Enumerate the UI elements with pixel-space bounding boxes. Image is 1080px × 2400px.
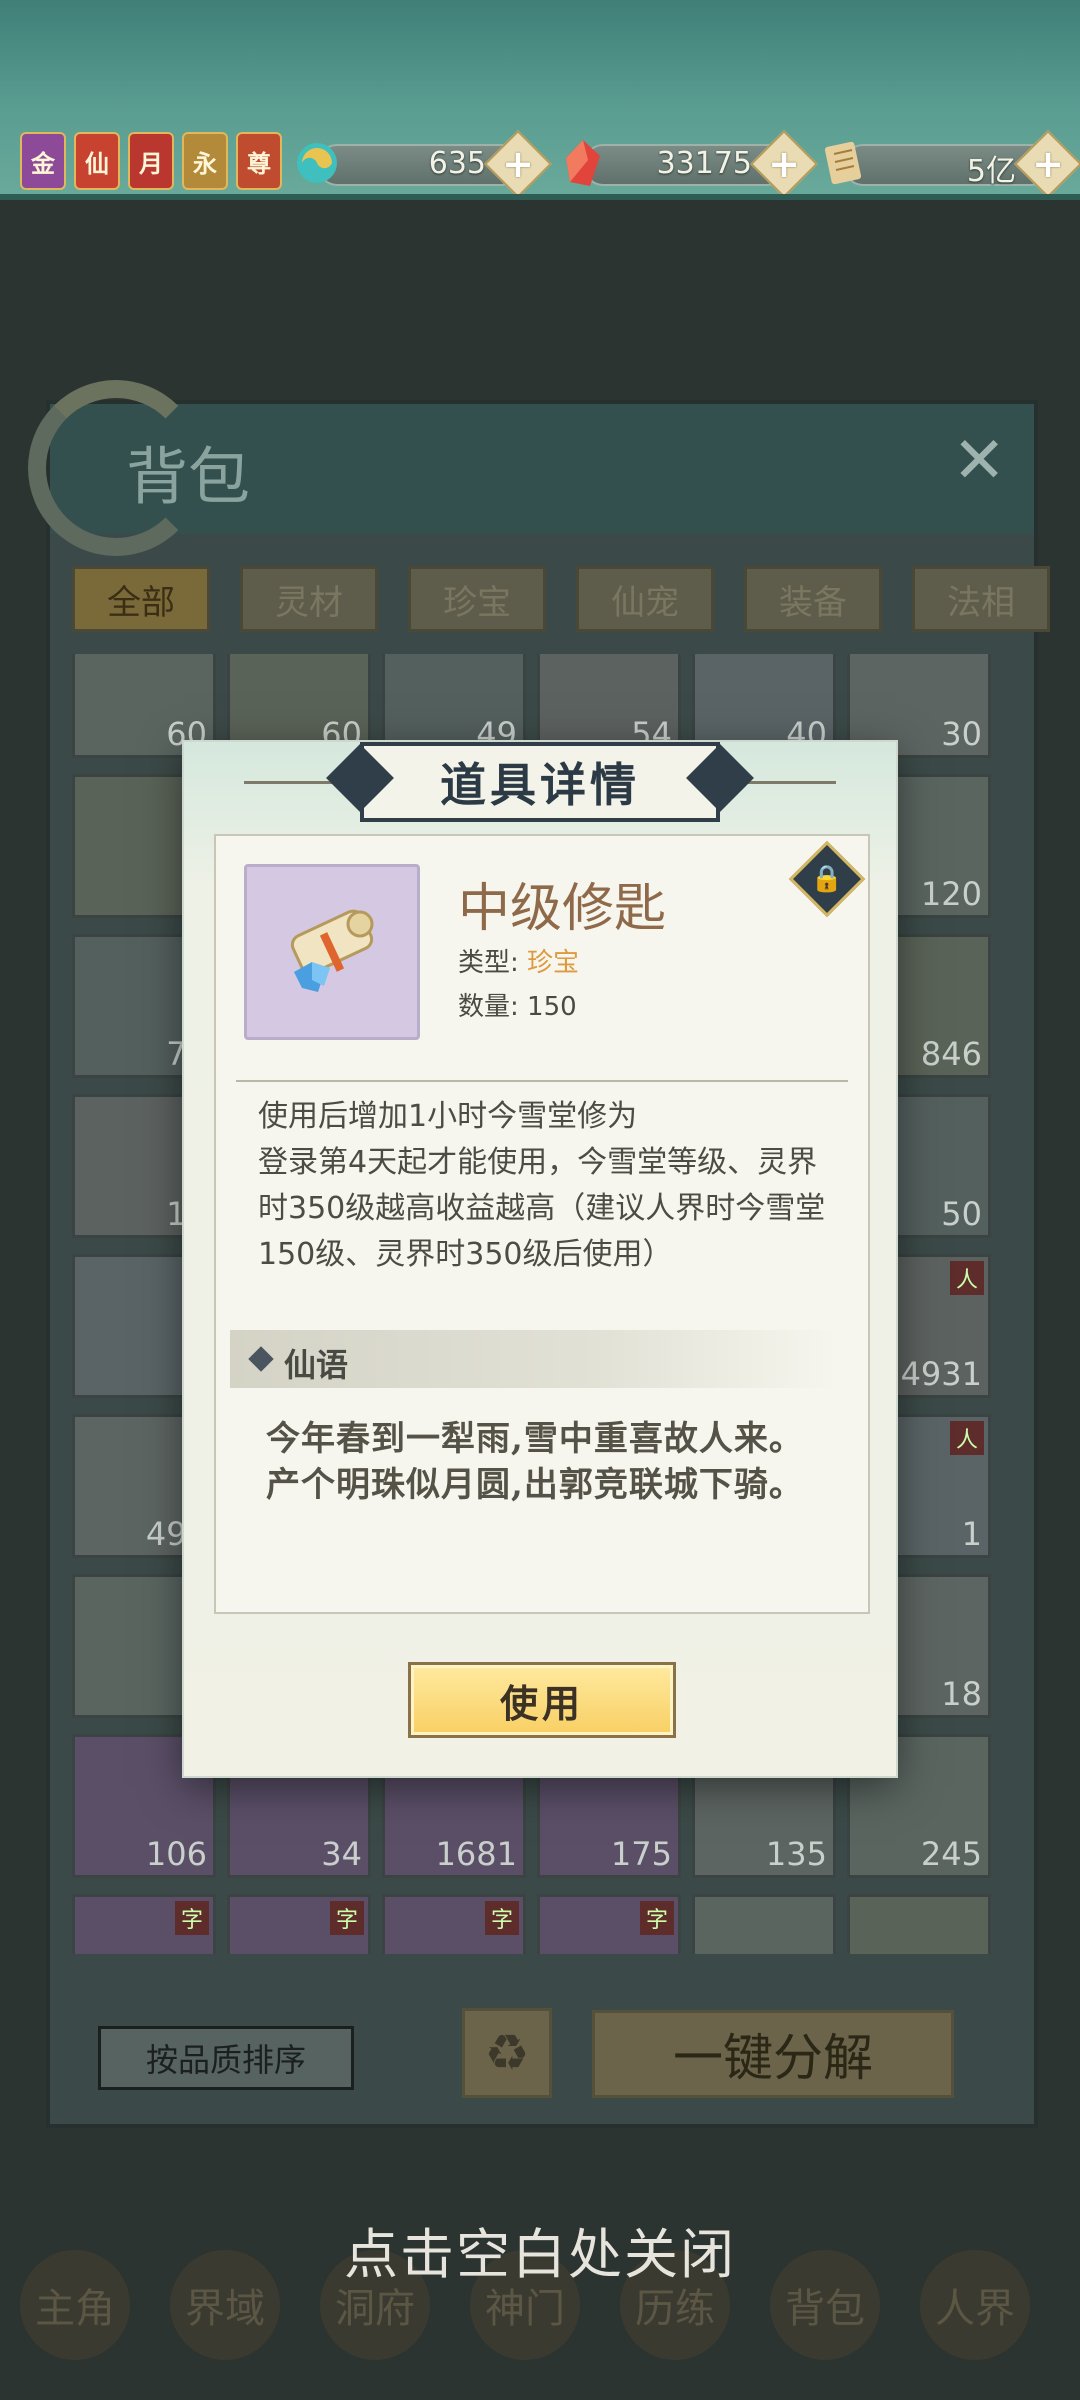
item-count: 846 xyxy=(920,1035,982,1073)
lore-section-title: 仙语 xyxy=(284,1346,349,1384)
lore-section-header: 仙语 xyxy=(230,1330,840,1388)
plus-icon: + xyxy=(1032,142,1064,186)
resource-crystal: 33175 + xyxy=(558,130,818,198)
tab-all[interactable]: 全部 xyxy=(72,566,210,632)
backpack-title: 背包 xyxy=(126,440,251,513)
vip-badges: 金 仙 月 永 尊 xyxy=(20,132,282,190)
tab-pets[interactable]: 仙宠 xyxy=(576,566,714,632)
item-name: 中级修匙 xyxy=(458,879,667,939)
jade-amount: 635 xyxy=(428,146,486,181)
tab-materials[interactable]: 灵材 xyxy=(240,566,378,632)
badge-gold[interactable]: 金 xyxy=(20,132,66,190)
add-crystal-button[interactable]: + xyxy=(750,130,818,198)
backpack-item-cell[interactable]: 字 xyxy=(227,1894,371,1954)
badge-month[interactable]: 月 xyxy=(128,132,174,190)
item-count: 1 xyxy=(961,1515,982,1553)
item-tag-badge: 字 xyxy=(485,1901,519,1935)
backpack-item-cell[interactable]: 字 xyxy=(382,1894,526,1954)
jade-swirl-icon xyxy=(292,136,342,190)
description-line: 登录第4天起才能使用，今雪堂等级、灵界时350级越高收益越高（建议人界时今雪堂1… xyxy=(258,1145,826,1272)
item-quantity: 数量: 150 xyxy=(458,986,577,1023)
item-tag-badge: 人 xyxy=(950,1421,984,1455)
description-line: 使用后增加1小时今雪堂修为 xyxy=(258,1099,638,1134)
backpack-item-cell[interactable] xyxy=(692,1894,836,1954)
backpack-item-cell[interactable]: 字 xyxy=(72,1894,216,1954)
item-count: 1681 xyxy=(435,1835,517,1873)
add-jade-button[interactable]: + xyxy=(484,130,552,198)
item-count: 120 xyxy=(920,875,982,913)
scroll-currency-icon xyxy=(818,136,868,190)
tab-avatar[interactable]: 法相 xyxy=(912,566,1050,632)
item-qty-value: 150 xyxy=(527,992,577,1022)
item-detail-box: 中级修匙 类型: 珍宝 数量: 150 🔒 使用后增加1小时今雪堂修为 登录第4… xyxy=(214,834,870,1614)
item-count: 106 xyxy=(145,1835,207,1873)
poem-line: 产个明珠似月圆,出郭竞联城下骑。 xyxy=(266,1465,804,1505)
recycle-icon[interactable]: ♻ xyxy=(462,2008,552,2098)
status-bar: 金 仙 月 永 尊 635 + 33175 + 5亿 + xyxy=(0,0,1080,200)
tab-treasures[interactable]: 珍宝 xyxy=(408,566,546,632)
item-count: 175 xyxy=(610,1835,672,1873)
item-count: 30 xyxy=(941,715,982,753)
scroll-item-icon xyxy=(244,864,420,1040)
resource-jade: 635 + xyxy=(292,130,552,198)
red-crystal-icon xyxy=(558,136,608,190)
lore-poem: 今年春到一犁雨,雪中重喜故人来。 产个明珠似月圆,出郭竞联城下骑。 xyxy=(266,1416,804,1508)
item-type: 类型: 珍宝 xyxy=(458,942,579,979)
crystal-amount: 33175 xyxy=(656,146,752,181)
badge-honor[interactable]: 尊 xyxy=(236,132,282,190)
item-count: 245 xyxy=(920,1835,982,1873)
diamond-icon xyxy=(248,1346,274,1372)
sort-by-quality-button[interactable]: 按品质排序 xyxy=(98,2026,354,2090)
item-type-label: 类型: xyxy=(458,948,519,978)
item-description: 使用后增加1小时今雪堂修为 登录第4天起才能使用，今雪堂等级、灵界时350级越高… xyxy=(258,1094,838,1278)
close-icon[interactable]: ✕ xyxy=(952,424,1006,498)
add-scroll-button[interactable]: + xyxy=(1014,130,1080,198)
item-qty-label: 数量: xyxy=(458,992,519,1022)
lock-icon[interactable]: 🔒 xyxy=(788,840,866,918)
backpack-item-cell[interactable] xyxy=(847,1894,991,1954)
tab-equipment[interactable]: 装备 xyxy=(744,566,882,632)
resource-scroll: 5亿 + xyxy=(818,130,1080,198)
plus-icon: + xyxy=(502,142,534,186)
use-button[interactable]: 使用 xyxy=(408,1662,676,1738)
item-tag-badge: 人 xyxy=(950,1261,984,1295)
divider xyxy=(236,1080,848,1082)
item-tag-badge: 字 xyxy=(175,1901,209,1935)
item-tag-badge: 字 xyxy=(640,1901,674,1935)
item-count: 135 xyxy=(765,1835,827,1873)
backpack-item-cell[interactable]: 字 xyxy=(537,1894,681,1954)
poem-line: 今年春到一犁雨,雪中重喜故人来。 xyxy=(266,1419,804,1459)
badge-forever[interactable]: 永 xyxy=(182,132,228,190)
item-detail-modal: 道具详情 中级修匙 类型: 珍宝 数量: 150 🔒 使用后增加1小时今雪堂修为… xyxy=(184,742,896,1776)
item-count: 4931 xyxy=(900,1355,982,1393)
item-count: 34 xyxy=(321,1835,362,1873)
item-count: 18 xyxy=(941,1675,982,1713)
scroll-amount: 5亿 xyxy=(966,154,1016,189)
modal-title: 道具详情 xyxy=(360,742,720,822)
plus-icon: + xyxy=(768,142,800,186)
item-count: 50 xyxy=(941,1195,982,1233)
tap-blank-to-close-hint: 点击空白处关闭 xyxy=(344,2223,736,2286)
item-type-value: 珍宝 xyxy=(527,948,580,978)
badge-xian[interactable]: 仙 xyxy=(74,132,120,190)
one-click-decompose-button[interactable]: 一键分解 xyxy=(592,2010,954,2098)
backpack-tabs: 全部 灵材 珍宝 仙宠 装备 法相 xyxy=(72,566,1050,632)
item-tag-badge: 字 xyxy=(330,1901,364,1935)
